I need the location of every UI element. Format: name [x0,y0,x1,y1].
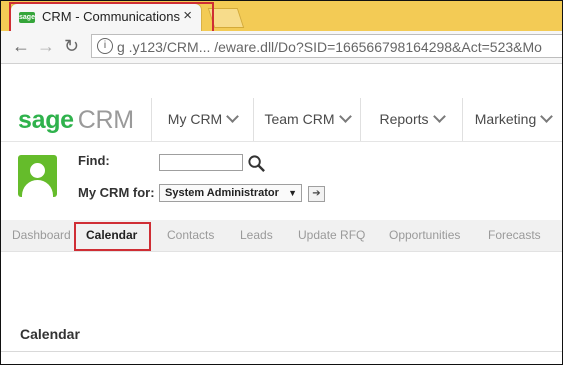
go-button[interactable]: ➔ [308,186,325,202]
user-select[interactable]: System Administrator ▼ [159,184,302,202]
chevron-down-icon [226,110,240,123]
forward-arrow-icon[interactable]: → [37,36,55,57]
sage-crm-logo[interactable]: sage CRM [18,106,134,135]
address-bar[interactable]: i g .y123/CRM... /eware.dll/Do?SID=16656… [91,34,562,58]
user-select-value: System Administrator [165,187,279,199]
browser-tabstrip: sage CRM - Communications × [1,1,562,33]
logo-sage: sage [18,106,74,134]
menu-marketing[interactable]: Marketing [463,98,562,141]
header-divider [1,141,562,142]
info-icon[interactable]: i [97,38,113,54]
tab-opportunities[interactable]: Opportunities [389,220,460,251]
tab-dashboard[interactable]: Dashboard [12,220,71,251]
page-title: Calendar [20,326,80,342]
logo-crm: CRM [77,106,134,134]
avatar-body [22,180,53,197]
search-icon[interactable] [247,154,266,173]
url-text[interactable]: g .y123/CRM... /eware.dll/Do?SID=1665667… [117,39,542,55]
content-divider [1,351,562,352]
page-top-spacer [1,64,562,98]
crm-app: sage CRM My CRM Team CRM Reports Marketin… [1,98,562,364]
tab-highlight-box [9,2,214,33]
dropdown-arrow-icon: ▼ [288,188,297,198]
menu-my-crm[interactable]: My CRM [152,98,254,141]
find-label: Find: [78,153,110,168]
menu-label: Reports [379,111,429,127]
avatar-head [30,163,45,178]
main-menu: My CRM Team CRM Reports Marketing [151,98,554,141]
browser-toolbar: ← → ↻ i g .y123/CRM... /eware.dll/Do?SID… [1,31,562,64]
reload-icon[interactable]: ↻ [64,36,79,57]
chevron-down-icon [432,110,446,123]
calendar-highlight-box [74,222,151,251]
my-crm-for-label: My CRM for: [78,185,155,200]
menu-reports[interactable]: Reports [361,98,463,141]
menu-label: My CRM [167,111,223,127]
chevron-down-icon [338,110,352,123]
tab-leads[interactable]: Leads [240,220,273,251]
user-avatar[interactable] [18,155,57,197]
tab-update-rfq[interactable]: Update RFQ [298,220,365,251]
tab-contacts[interactable]: Contacts [167,220,214,251]
menu-label: Team CRM [264,111,335,127]
chevron-down-icon [540,110,554,123]
back-arrow-icon[interactable]: ← [12,36,30,57]
screenshot-frame: sage CRM - Communications × ← → ↻ i g .y… [0,0,563,365]
menu-team-crm[interactable]: Team CRM [254,98,361,141]
find-input[interactable] [159,154,243,171]
menu-label: Marketing [474,111,537,127]
tab-forecasts[interactable]: Forecasts [488,220,541,251]
